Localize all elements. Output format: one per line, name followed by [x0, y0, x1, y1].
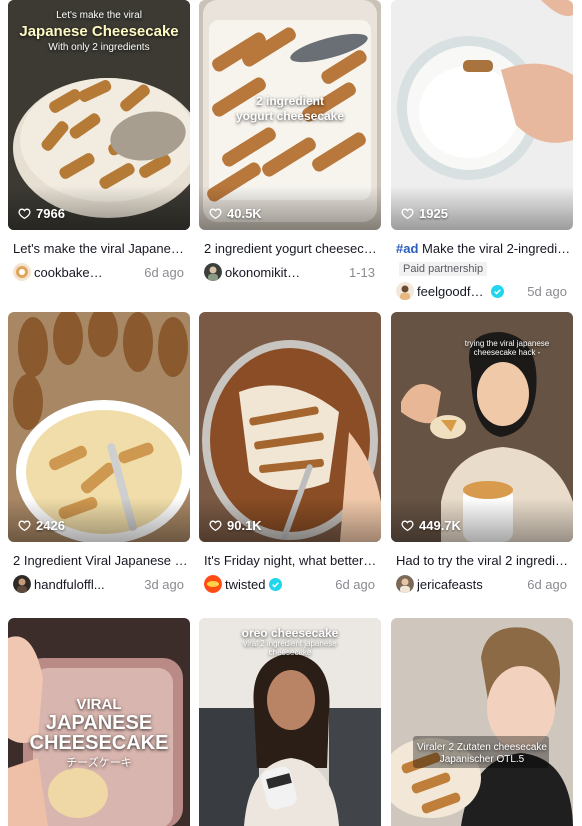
heart-icon — [401, 208, 414, 220]
video-card[interactable]: Viraler 2 Zutaten cheesecake Japanischer… — [391, 618, 573, 826]
video-thumbnail[interactable]: 2 ingredient yogurt cheesecake 40.5K — [199, 0, 381, 230]
overlay-line: With only 2 ingredients — [48, 42, 150, 53]
cheesecake-thumbnail-image — [391, 618, 573, 826]
like-count-value: 90.1K — [227, 518, 262, 533]
like-count: 1925 — [401, 206, 448, 221]
heart-icon — [209, 208, 222, 220]
overlay-title: oreo cheesecake — [241, 626, 339, 640]
overlay-line: viral 2 ingredient japanese — [243, 639, 337, 648]
video-caption[interactable]: 2 Ingredient Viral Japanese Cheesecake — [8, 553, 190, 569]
video-thumbnail[interactable]: Let's make the viral Japanese Cheesecake… — [8, 0, 190, 230]
video-card[interactable]: 2 ingredient yogurt cheesecake 40.5K 2 i… — [199, 0, 381, 282]
video-card[interactable]: VIRAL JAPANESE CHEESECAKE チーズケーキ — [8, 618, 190, 826]
video-thumbnail[interactable]: 90.1K — [199, 312, 381, 542]
video-caption[interactable]: Had to try the viral 2 ingredient Japane… — [391, 553, 573, 569]
heart-icon — [209, 520, 222, 532]
avatar[interactable] — [13, 575, 31, 593]
heart-icon — [18, 208, 31, 220]
like-count: 449.7K — [401, 518, 461, 533]
overlay-line: VIRAL — [76, 696, 122, 713]
hashtag-link[interactable]: #ad — [396, 241, 418, 256]
author-name[interactable]: cookbakemore — [34, 265, 112, 280]
video-card[interactable]: oreo cheesecake viral 2 ingredient japan… — [199, 618, 381, 826]
video-thumbnail[interactable]: VIRAL JAPANESE CHEESECAKE チーズケーキ — [8, 618, 190, 826]
like-count-value: 7966 — [36, 206, 65, 221]
caption-text: Make the viral 2-ingredient Japanese che… — [422, 241, 573, 256]
avatar[interactable] — [204, 263, 222, 281]
overlay-line: CHEESECAKE — [29, 732, 169, 754]
like-count-value: 40.5K — [227, 206, 262, 221]
video-card[interactable]: trying the viral japanese cheesecake hac… — [391, 312, 573, 594]
verified-badge-icon — [491, 284, 504, 298]
post-date: 6d ago — [144, 264, 184, 280]
overlay-line: 2 ingredient — [255, 94, 324, 108]
like-count-value: 449.7K — [419, 518, 461, 533]
avatar[interactable] — [396, 575, 414, 593]
overlay-line: Viraler 2 Zutaten cheesecake — [417, 742, 547, 753]
author-name[interactable]: feelgoodfoodie — [417, 284, 487, 299]
video-thumbnail[interactable]: trying the viral japanese cheesecake hac… — [391, 312, 573, 542]
author-name[interactable]: okonomikitchen — [225, 265, 303, 280]
avatar[interactable] — [204, 575, 222, 593]
video-card[interactable]: 1925 #ad Make the viral 2-ingredient Jap… — [391, 0, 573, 301]
video-card[interactable]: 90.1K It's Friday night, what better way… — [199, 312, 381, 594]
post-date: 1-13 — [348, 264, 375, 280]
post-date: 6d ago — [335, 576, 375, 592]
video-caption[interactable]: It's Friday night, what better way to en… — [199, 553, 381, 569]
post-date: 6d ago — [527, 576, 567, 592]
author-name[interactable]: handfuloffl... — [34, 577, 105, 592]
video-caption[interactable]: Let's make the viral Japanese cheesecake… — [8, 241, 190, 257]
avatar[interactable] — [396, 282, 414, 300]
author-name[interactable]: twisted — [225, 577, 265, 592]
overlay-line: Let's make the viral — [56, 10, 142, 21]
overlay-line: チーズケーキ — [66, 757, 132, 769]
like-count: 90.1K — [209, 518, 262, 533]
video-thumbnail[interactable]: 1925 — [391, 0, 573, 230]
video-card[interactable]: 2426 2 Ingredient Viral Japanese Cheesec… — [8, 312, 190, 594]
post-date: 5d ago — [527, 283, 567, 299]
overlay-line: yogurt cheesecake — [235, 109, 345, 123]
verified-badge-icon — [269, 577, 283, 591]
overlay-line: cheesecake — [268, 648, 312, 657]
overlay-line: trying the viral japanese — [464, 339, 550, 348]
like-count: 40.5K — [209, 206, 262, 221]
heart-icon — [401, 520, 414, 532]
overlay-title: Japanese Cheesecake — [19, 23, 179, 40]
heart-icon — [18, 520, 31, 532]
video-card[interactable]: Let's make the viral Japanese Cheesecake… — [8, 0, 190, 282]
like-count: 7966 — [18, 206, 65, 221]
paid-partnership-badge: Paid partnership — [399, 262, 488, 276]
author-name[interactable]: jericafeasts — [417, 577, 483, 592]
like-count: 2426 — [18, 518, 65, 533]
like-count-value: 1925 — [419, 206, 448, 221]
video-caption[interactable]: 2 ingredient yogurt cheesecake — [199, 241, 381, 257]
overlay-line: cheesecake hack - — [473, 348, 541, 357]
video-caption[interactable]: #ad Make the viral 2-ingredient Japanese… — [391, 241, 573, 257]
like-count-value: 2426 — [36, 518, 65, 533]
avatar[interactable] — [13, 263, 31, 281]
video-thumbnail[interactable]: Viraler 2 Zutaten cheesecake Japanischer… — [391, 618, 573, 826]
overlay-line: Japanischer OTL.5 — [439, 754, 525, 765]
video-thumbnail[interactable]: 2426 — [8, 312, 190, 542]
post-date: 3d ago — [144, 576, 184, 592]
video-thumbnail[interactable]: oreo cheesecake viral 2 ingredient japan… — [199, 618, 381, 826]
